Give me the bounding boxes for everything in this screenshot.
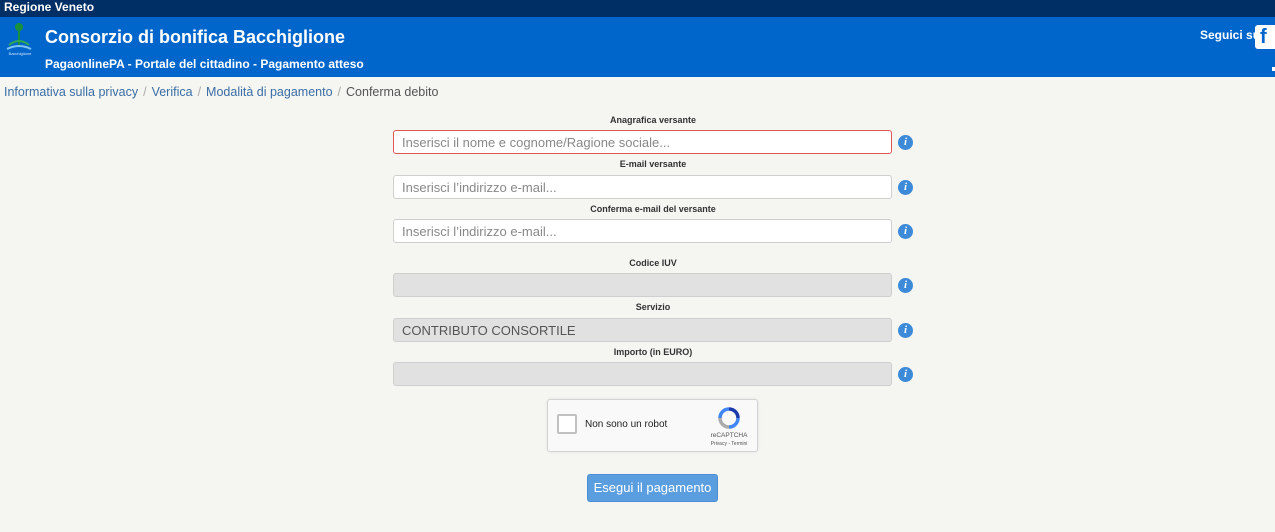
pay-button[interactable]: Esegui il pagamento <box>587 474 718 502</box>
recaptcha-checkbox[interactable] <box>557 414 577 434</box>
breadcrumb-privacy[interactable]: Informativa sulla privacy <box>4 85 138 99</box>
recaptcha-label: Non sono un robot <box>585 419 668 430</box>
recaptcha-logo-icon <box>718 407 740 429</box>
site-header: Bacchiglione Consorzio di bonifica Bacch… <box>0 17 1275 77</box>
recaptcha-terms-link[interactable]: Privacy - Termini <box>706 441 752 447</box>
breadcrumb-separator: / <box>143 85 147 99</box>
amount-info-icon[interactable]: i <box>898 367 913 382</box>
logo-caption: Bacchiglione <box>8 51 32 56</box>
top-bar: Regione Veneto <box>0 0 1275 17</box>
email-input[interactable] <box>393 175 892 199</box>
site-subtitle: PagaonlinePA - Portale del cittadino - P… <box>45 57 364 71</box>
email-confirm-input[interactable] <box>393 219 892 243</box>
follow-label: Seguici su <box>1200 28 1261 42</box>
service-label: Servizio <box>635 302 671 312</box>
breadcrumb-verifica[interactable]: Verifica <box>152 85 193 99</box>
service-field <box>393 318 892 342</box>
breadcrumb-current: Conferma debito <box>346 85 439 99</box>
email-confirm-info-icon[interactable]: i <box>898 224 913 239</box>
breadcrumb-separator: / <box>337 85 342 99</box>
iuv-info-icon[interactable]: i <box>898 278 913 293</box>
service-info-icon[interactable]: i <box>898 323 913 338</box>
recaptcha-brand: reCAPTCHA <box>710 432 748 439</box>
email-info-icon[interactable]: i <box>898 180 913 195</box>
name-label: Anagrafica versante <box>609 115 697 125</box>
iuv-field <box>393 273 892 297</box>
amount-field <box>393 362 892 386</box>
breadcrumb-modalita[interactable]: Modalità di pagamento <box>206 85 332 99</box>
iuv-label: Codice IUV <box>629 258 677 268</box>
name-info-icon[interactable]: i <box>898 135 913 150</box>
name-input[interactable] <box>393 130 892 154</box>
facebook-icon[interactable]: f <box>1255 25 1275 49</box>
breadcrumb: Informativa sulla privacy / Verifica / Modal… <box>4 84 438 100</box>
email-label: E-mail versante <box>619 159 687 169</box>
amount-label: Importo (in EURO) <box>613 347 693 357</box>
breadcrumb-separator: / <box>197 85 202 99</box>
email-confirm-label: Conferma e-mail del versante <box>590 204 716 214</box>
region-label: Regione Veneto <box>4 0 95 14</box>
site-title: Consorzio di bonifica Bacchiglione <box>45 27 346 47</box>
recaptcha-widget: Non sono un robot reCAPTCHA Privacy - Te… <box>547 399 758 452</box>
